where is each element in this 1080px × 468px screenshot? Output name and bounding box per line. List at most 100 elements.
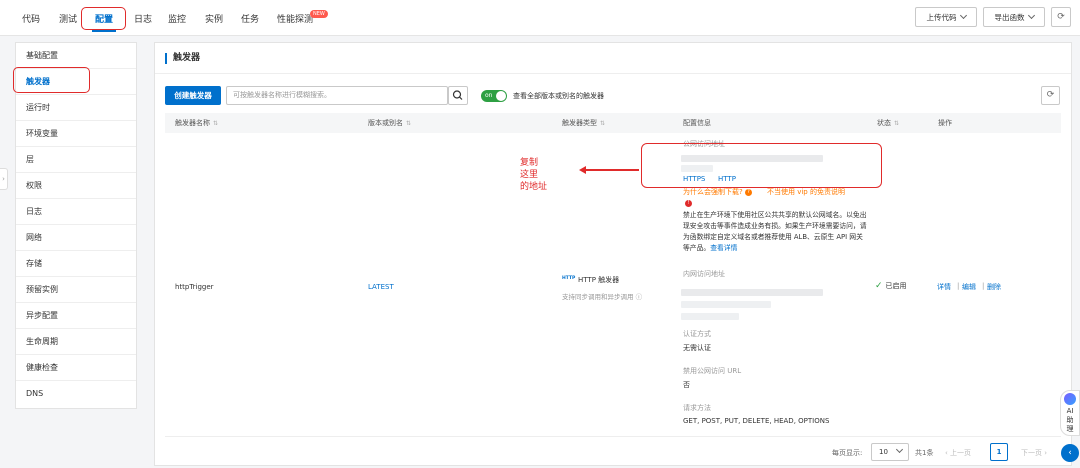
sidebar-item-permissions[interactable]: 权限 xyxy=(16,173,136,199)
version-link[interactable]: LATEST xyxy=(368,283,394,291)
prev-page-label: 上一页 xyxy=(950,449,972,457)
ai-label: 助 xyxy=(1066,416,1074,424)
divider xyxy=(155,73,1071,74)
upload-code-label: 上传代码 xyxy=(926,12,957,22)
sidebar-item-label: DNS xyxy=(26,389,44,398)
export-function-label: 导出函数 xyxy=(994,12,1025,22)
column-header-name[interactable]: 触发器名称 ⇅ xyxy=(175,113,218,134)
sidebar-item-health-check[interactable]: 健康检查 xyxy=(16,355,136,381)
sort-icon: ⇅ xyxy=(406,120,412,127)
collapse-left-button[interactable]: ‹ xyxy=(1061,444,1079,462)
annotation-box-config-tab xyxy=(81,7,126,30)
toggle-label: 查看全部版本或别名的触发器 xyxy=(513,92,604,100)
sidebar-item-network[interactable]: 网络 xyxy=(16,225,136,251)
table-refresh-button[interactable]: ⟳ xyxy=(1041,86,1060,105)
status-text: 已启用 xyxy=(885,282,907,290)
annotation-line: 这里 xyxy=(520,170,539,180)
sidebar-collapse-handle[interactable]: › xyxy=(0,168,8,190)
chevron-down-icon xyxy=(1027,11,1035,20)
private-url-label: 内网访问地址 xyxy=(683,270,725,278)
tab-test[interactable]: 测试 xyxy=(59,12,77,25)
tab-performance[interactable]: 性能探测 xyxy=(277,12,313,25)
annotation-line: 的地址 xyxy=(520,182,548,192)
edit-link[interactable]: 编辑 xyxy=(962,282,976,292)
total-count: 共1条 xyxy=(915,449,934,457)
sidebar-item-async[interactable]: 异步配置 xyxy=(16,303,136,329)
column-header-config: 配置信息 xyxy=(683,119,711,127)
top-tab-bar: 代码 测试 配置 日志 监控 实例 任务 性能探测 NEW 上传代码 导出函数 … xyxy=(0,0,1080,36)
page-size-value: 10 xyxy=(879,448,888,456)
prev-page-button[interactable]: ‹ 上一页 xyxy=(945,448,971,458)
separator: | xyxy=(957,282,960,290)
chevron-down-icon xyxy=(895,445,904,454)
tab-instances[interactable]: 实例 xyxy=(205,12,223,25)
triggers-panel: 触发器 创建触发器 可按触发器名称进行模糊搜索。 on 查看全部版本或别名的触发… xyxy=(154,42,1072,466)
tab-tasks[interactable]: 任务 xyxy=(241,12,259,25)
help-icon: ⓘ xyxy=(635,293,643,301)
chevron-down-icon xyxy=(959,11,967,20)
sidebar-item-reserved-instances[interactable]: 预留实例 xyxy=(16,277,136,303)
next-page-button[interactable]: 下一页 › xyxy=(1021,448,1047,458)
sidebar-item-label: 健康检查 xyxy=(26,363,58,372)
current-page[interactable]: 1 xyxy=(990,443,1008,461)
vip-disclaimer-link[interactable]: 不当使用 vip 的免责说明 xyxy=(767,187,845,197)
sidebar-item-dns[interactable]: DNS xyxy=(16,381,136,407)
column-header-version[interactable]: 版本或别名 ⇅ xyxy=(368,113,411,134)
column-label: 状态 xyxy=(877,119,891,127)
check-icon: ✓ xyxy=(875,281,883,291)
chevron-left-icon: ‹ xyxy=(1068,448,1072,458)
column-header-type[interactable]: 触发器类型 ⇅ xyxy=(562,113,605,134)
annotation-arrow-head xyxy=(579,166,586,174)
ai-assistant-button[interactable]: AI 助 理 xyxy=(1060,390,1080,436)
details-link[interactable]: 详情 xyxy=(937,282,951,292)
methods-label: 请求方法 xyxy=(683,404,711,412)
sidebar-item-storage[interactable]: 存储 xyxy=(16,251,136,277)
refresh-icon: ⟳ xyxy=(1057,12,1065,22)
delete-link[interactable]: 删除 xyxy=(987,282,1001,292)
annotation-box-triggers xyxy=(13,67,90,93)
force-download-link[interactable]: 为什么会强制下载? ? xyxy=(683,187,752,197)
sidebar-item-label: 异步配置 xyxy=(26,311,58,320)
section-title: 触发器 xyxy=(165,53,200,64)
sidebar-item-logs[interactable]: 日志 xyxy=(16,199,136,225)
next-page-label: 下一页 xyxy=(1021,449,1042,457)
type-sub-text: 支持同步调用和异步调用 xyxy=(562,293,634,301)
disable-public-label: 禁用公网访问 URL xyxy=(683,367,742,375)
refresh-button[interactable]: ⟳ xyxy=(1051,7,1071,27)
tab-monitor[interactable]: 监控 xyxy=(168,12,186,25)
trigger-search-input[interactable]: 可按触发器名称进行模糊搜索。 xyxy=(226,86,448,105)
warning-icon: ! xyxy=(685,200,692,207)
export-function-button[interactable]: 导出函数 xyxy=(983,7,1045,27)
active-tab-underline xyxy=(92,30,116,32)
ai-label: 理 xyxy=(1066,425,1074,433)
sidebar-item-lifecycle[interactable]: 生命周期 xyxy=(16,329,136,355)
sidebar-item-basic[interactable]: 基础配置 xyxy=(16,43,136,69)
show-all-versions-toggle[interactable]: on xyxy=(481,90,507,102)
sidebar-item-label: 存储 xyxy=(26,259,42,268)
column-header-status[interactable]: 状态 ⇅ xyxy=(877,113,899,134)
sidebar-item-label: 环境变量 xyxy=(26,129,58,138)
create-trigger-button[interactable]: 创建触发器 xyxy=(165,86,221,105)
disable-public-value: 否 xyxy=(683,381,690,389)
auth-label: 认证方式 xyxy=(683,330,711,338)
search-icon xyxy=(452,90,463,100)
row-divider xyxy=(165,436,1061,437)
sidebar-item-layers[interactable]: 层 xyxy=(16,147,136,173)
notice-details-link[interactable]: 查看详情 xyxy=(710,244,737,252)
ai-label: AI xyxy=(1066,407,1074,415)
sort-icon: ⇅ xyxy=(600,120,606,127)
page-size-select[interactable]: 10 xyxy=(871,443,909,461)
private-url-value[interactable] xyxy=(681,289,823,296)
sidebar-item-runtime[interactable]: 运行时 xyxy=(16,95,136,121)
tab-logs[interactable]: 日志 xyxy=(134,12,152,25)
toggle-knob xyxy=(496,91,506,101)
auth-value: 无需认证 xyxy=(683,344,711,352)
sort-icon: ⇅ xyxy=(894,120,900,127)
column-header-actions: 操作 xyxy=(938,119,952,127)
upload-code-button[interactable]: 上传代码 xyxy=(915,7,977,27)
search-button[interactable] xyxy=(448,86,468,105)
tab-code[interactable]: 代码 xyxy=(22,12,40,25)
sidebar-item-env-vars[interactable]: 环境变量 xyxy=(16,121,136,147)
sidebar-item-label: 运行时 xyxy=(26,103,50,112)
sidebar-item-label: 生命周期 xyxy=(26,337,58,346)
